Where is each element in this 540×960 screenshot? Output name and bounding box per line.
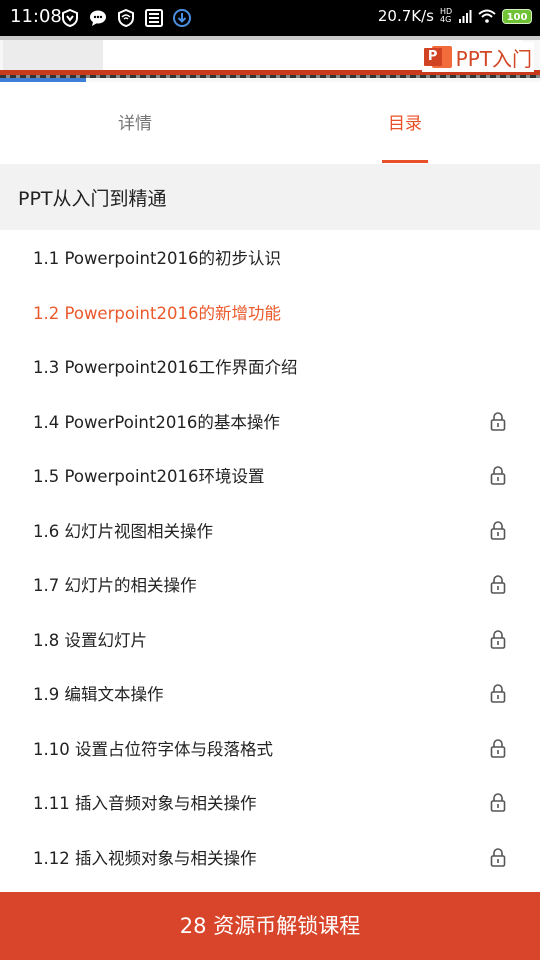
vpn-shield-icon <box>118 8 134 28</box>
chapter-item[interactable]: 1.1 Powerpoint2016的初步认识 <box>0 230 540 285</box>
status-bar: 11:08 20.7K/s HD 4G 100 <box>0 0 540 36</box>
chapter-label: 1.4 PowerPoint2016的基本操作 <box>33 412 280 432</box>
lock-icon <box>490 411 506 431</box>
chapter-label: 1.7 幻灯片的相关操作 <box>33 576 197 596</box>
chapter-item-locked[interactable]: 1.9 编辑文本操作 <box>0 666 540 721</box>
chapter-item-locked[interactable]: 1.5 Powerpoint2016环境设置 <box>0 448 540 503</box>
lock-icon <box>490 738 506 758</box>
video-preview[interactable]: P PPT入门 <box>0 36 540 82</box>
chapter-item-locked[interactable]: 1.6 幻灯片视图相关操作 <box>0 503 540 558</box>
logo-text: PPT入门 <box>455 46 532 71</box>
network-type: HD 4G <box>440 7 453 24</box>
chapter-label: 1.1 Powerpoint2016的初步认识 <box>33 249 281 269</box>
tab-contents[interactable]: 目录 <box>270 82 540 164</box>
chapter-item-locked[interactable]: 1.10 设置占位符字体与段落格式 <box>0 721 540 776</box>
chapter-item-locked[interactable]: 1.12 插入视频对象与相关操作 <box>0 830 540 885</box>
download-icon <box>173 9 191 27</box>
lock-icon <box>490 684 506 704</box>
lock-icon <box>490 520 506 540</box>
chapter-item-locked[interactable]: 1.11 插入音频对象与相关操作 <box>0 775 540 830</box>
chapter-label: 1.11 插入音频对象与相关操作 <box>33 794 257 814</box>
network-speed: 20.7K/s <box>377 7 434 25</box>
chapter-label: 1.6 幻灯片视图相关操作 <box>33 521 213 541</box>
chapter-label: 1.3 Powerpoint2016工作界面介绍 <box>33 358 298 378</box>
unlock-course-button[interactable]: 28 资源币解锁课程 <box>0 892 540 960</box>
chapter-item-locked[interactable]: 1.4 PowerPoint2016的基本操作 <box>0 394 540 449</box>
film-icon <box>145 9 163 27</box>
lock-icon <box>490 793 506 813</box>
powerpoint-icon: P <box>423 44 452 70</box>
course-title: PPT从入门到精通 <box>18 188 167 210</box>
chapter-item[interactable]: 1.3 Powerpoint2016工作界面介绍 <box>0 339 540 394</box>
chapter-label: 1.9 编辑文本操作 <box>33 685 164 705</box>
course-header: PPT从入门到精通 <box>0 164 540 230</box>
chapter-label: 1.10 设置占位符字体与段落格式 <box>33 739 273 759</box>
notification-icons <box>60 8 192 28</box>
battery-indicator: 100 <box>502 8 532 24</box>
chapter-item-locked[interactable]: 1.7 幻灯片的相关操作 <box>0 557 540 612</box>
chapter-label: 1.2 Powerpoint2016的新增功能 <box>33 303 281 323</box>
chat-icon <box>90 10 106 26</box>
lock-icon <box>490 629 506 649</box>
wifi-icon <box>478 9 496 23</box>
lock-icon <box>490 466 506 486</box>
shield-icon <box>62 8 78 28</box>
chapter-label: 1.12 插入视频对象与相关操作 <box>33 848 257 868</box>
chapter-label: 1.5 Powerpoint2016环境设置 <box>33 467 265 487</box>
lock-icon <box>490 847 506 867</box>
chapter-label: 1.8 设置幻灯片 <box>33 630 147 650</box>
tab-details[interactable]: 详情 <box>0 82 270 164</box>
tab-bar: 详情 目录 <box>0 82 540 164</box>
lock-icon <box>490 575 506 595</box>
status-time: 11:08 <box>10 6 62 27</box>
ppt-logo: P PPT入门 <box>421 42 534 72</box>
chapter-item-locked[interactable]: 1.8 设置幻灯片 <box>0 612 540 667</box>
chapter-item-current[interactable]: 1.2 Powerpoint2016的新增功能 <box>0 285 540 340</box>
cellular-signal-icon <box>459 10 472 23</box>
chapter-list: 1.1 Powerpoint2016的初步认识 1.2 Powerpoint20… <box>0 230 540 884</box>
active-tab-indicator <box>382 160 428 163</box>
